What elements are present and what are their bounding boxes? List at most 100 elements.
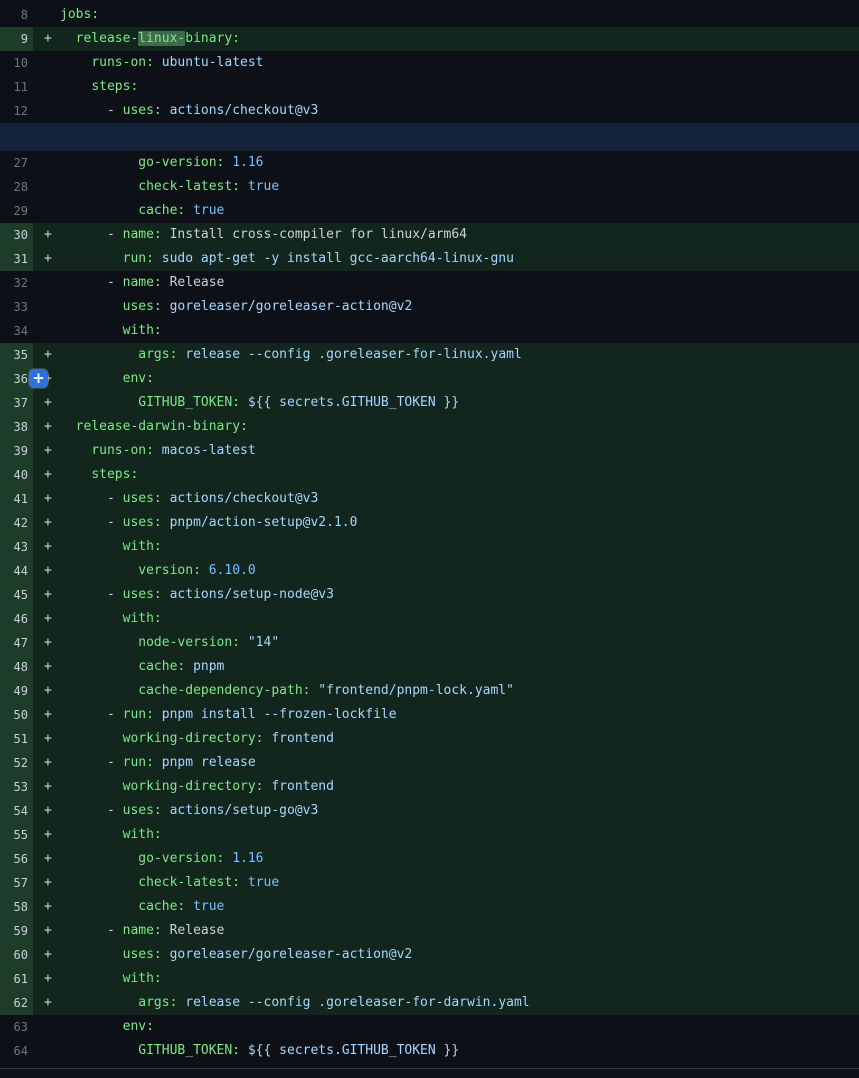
code-token-plain [60, 539, 123, 554]
addition-marker: + [33, 247, 60, 271]
line-number[interactable]: 34 [0, 319, 33, 343]
line-number[interactable]: 61 [0, 967, 33, 991]
line-number[interactable]: 8 [0, 3, 33, 27]
code-token-str: goreleaser/goreleaser-action@v2 [170, 947, 413, 962]
line-number[interactable]: 11 [0, 75, 33, 99]
line-number[interactable]: 29 [0, 199, 33, 223]
selected-text-highlight: linux- [138, 31, 185, 46]
line-number[interactable]: 10 [0, 51, 33, 75]
code-token-plain [60, 611, 123, 626]
line-number[interactable]: 50 [0, 703, 33, 727]
addition-marker: + [33, 895, 60, 919]
line-number[interactable]: 57 [0, 871, 33, 895]
line-number[interactable]: 56 [0, 847, 33, 871]
code-line: - run: pnpm install --frozen-lockfile [60, 703, 397, 727]
line-number[interactable]: 33 [0, 295, 33, 319]
line-number[interactable]: 49 [0, 679, 33, 703]
line-number[interactable]: 43 [0, 535, 33, 559]
diff-row: 47+ node-version: "14" [0, 631, 859, 655]
line-number[interactable]: 40 [0, 463, 33, 487]
code-token-plain [162, 947, 170, 962]
code-token-key: GITHUB_TOKEN: [138, 395, 240, 410]
code-token-plain [60, 395, 138, 410]
diff-row: 44+ version: 6.10.0 [0, 559, 859, 583]
addition-marker: + [33, 415, 60, 439]
line-number[interactable]: 60 [0, 943, 33, 967]
code-token-plain: - [60, 275, 123, 290]
diff-row: 11 steps: [0, 75, 859, 99]
code-token-key: jobs: [60, 7, 99, 22]
code-token-plain [60, 875, 138, 890]
code-token-plain [185, 203, 193, 218]
code-token-plain [60, 899, 138, 914]
code-token-plain: - [60, 803, 123, 818]
code-line: GITHUB_TOKEN: ${{ secrets.GITHUB_TOKEN }… [60, 1039, 459, 1063]
line-number[interactable]: 32 [0, 271, 33, 295]
line-number[interactable]: 45 [0, 583, 33, 607]
code-token-str: pnpm install --frozen-lockfile [162, 707, 397, 722]
line-number[interactable]: 9 [0, 27, 33, 51]
code-token-key: check-latest: [138, 179, 240, 194]
code-line: check-latest: true [60, 175, 279, 199]
line-number[interactable]: 63 [0, 1015, 33, 1039]
code-line: with: [60, 319, 162, 343]
code-token-key: uses: [123, 515, 162, 530]
code-token-key: cache: [138, 659, 185, 674]
addition-marker: + [33, 751, 60, 775]
code-line: run: sudo apt-get -y install gcc-aarch64… [60, 247, 514, 271]
line-number[interactable]: 47 [0, 631, 33, 655]
diff-row: 41+ - uses: actions/checkout@v3 [0, 487, 859, 511]
add-line-comment-button[interactable]: + [29, 369, 48, 388]
code-token-plain [60, 659, 138, 674]
code-line: with: [60, 823, 162, 847]
line-number[interactable]: 59 [0, 919, 33, 943]
line-number[interactable]: 38 [0, 415, 33, 439]
line-number[interactable]: 62 [0, 991, 33, 1015]
line-number[interactable]: 41 [0, 487, 33, 511]
line-number[interactable]: 44 [0, 559, 33, 583]
code-token-str: macos-latest [162, 443, 256, 458]
line-number[interactable]: 27 [0, 151, 33, 175]
line-number[interactable]: 58 [0, 895, 33, 919]
addition-marker: + [33, 823, 60, 847]
line-number[interactable]: 37 [0, 391, 33, 415]
addition-marker: + [33, 535, 60, 559]
code-token-plain [60, 55, 91, 70]
diff-row: 46+ with: [0, 607, 859, 631]
code-line: - name: Release [60, 271, 224, 295]
line-number[interactable]: 64 [0, 1039, 33, 1063]
expand-hidden-lines-band[interactable] [0, 123, 859, 151]
code-token-const: true [193, 203, 224, 218]
diff-file-view: 8jobs:9+ release-linux-binary:10 runs-on… [0, 0, 859, 1078]
code-token-key: with: [123, 611, 162, 626]
line-number[interactable]: 52 [0, 751, 33, 775]
line-number[interactable]: 35 [0, 343, 33, 367]
line-number[interactable]: 53 [0, 775, 33, 799]
line-number[interactable]: 55 [0, 823, 33, 847]
context-marker [33, 1015, 60, 1039]
code-token-key: run: [123, 251, 154, 266]
code-line: version: 6.10.0 [60, 559, 256, 583]
code-token-plain [60, 155, 138, 170]
code-token-key: runs-on: [91, 55, 154, 70]
line-number[interactable]: 48 [0, 655, 33, 679]
line-number[interactable]: 42 [0, 511, 33, 535]
code-token-plain [154, 251, 162, 266]
line-number[interactable]: 46 [0, 607, 33, 631]
code-token-key: env: [123, 1019, 154, 1034]
line-number[interactable]: 54 [0, 799, 33, 823]
code-line: go-version: 1.16 [60, 847, 264, 871]
addition-marker: + [33, 655, 60, 679]
line-number[interactable]: 30 [0, 223, 33, 247]
code-line: args: release --config .goreleaser-for-l… [60, 343, 522, 367]
code-token-str: frontend [271, 731, 334, 746]
line-number[interactable]: 12 [0, 99, 33, 123]
line-number[interactable]: 28 [0, 175, 33, 199]
code-token-str: pnpm/action-setup@v2.1.0 [170, 515, 358, 530]
line-number[interactable]: 51 [0, 727, 33, 751]
line-number[interactable]: 39 [0, 439, 33, 463]
code-token-plain: - [60, 587, 123, 602]
addition-marker: + [33, 463, 60, 487]
code-token-plain [240, 635, 248, 650]
line-number[interactable]: 31 [0, 247, 33, 271]
